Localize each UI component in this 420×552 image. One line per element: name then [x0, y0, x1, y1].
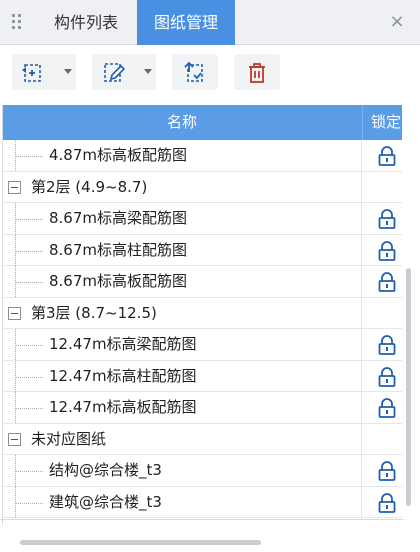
close-icon[interactable]: ×	[386, 11, 408, 33]
chevron-down-icon[interactable]	[64, 69, 72, 74]
lock-cell	[361, 486, 402, 518]
group-label: 未对应图纸	[31, 429, 107, 448]
tree-line	[15, 282, 43, 283]
tree-line	[15, 471, 43, 472]
edit-drawing-button[interactable]	[92, 54, 156, 90]
add-drawing-icon	[22, 64, 41, 82]
panel-tab-bar: 构件列表 图纸管理 ×	[0, 0, 420, 45]
drawing-name: 8.67m标高柱配筋图	[49, 240, 188, 259]
drawing-list-grid: 名称 锁定 4.87m标高板配筋图第2层 (4.9~8.7) 8.67m标高梁配筋…	[2, 105, 402, 525]
lock-cell	[361, 266, 402, 297]
collapse-toggle-icon[interactable]	[8, 432, 21, 446]
lock-icon[interactable]	[377, 492, 397, 514]
lock-cell	[361, 297, 402, 329]
tree-group-row[interactable]: 未对应图纸	[3, 423, 402, 455]
lock-icon[interactable]	[377, 460, 397, 482]
grid-header: 名称 锁定	[3, 105, 402, 140]
lock-cell	[361, 329, 402, 360]
drawing-name: 结构@综合楼_t3	[49, 461, 162, 479]
table-row[interactable]: 4.87m标高板配筋图	[3, 140, 402, 172]
table-row[interactable]: 12.47m标高柱配筋图	[3, 360, 402, 392]
lock-cell	[361, 234, 402, 266]
tree-line	[15, 408, 43, 409]
delete-drawing-button[interactable]	[234, 54, 280, 90]
drag-grip-icon[interactable]	[12, 14, 24, 32]
lock-cell	[361, 203, 402, 234]
table-row[interactable]: 结构@综合楼_t3	[3, 455, 402, 487]
drawing-name: 4.87m标高板配筋图	[49, 146, 188, 164]
tree-group-row[interactable]: 第2层 (4.9~8.7)	[3, 171, 402, 203]
table-row[interactable]: 8.67m标高柱配筋图	[3, 234, 402, 266]
lock-cell	[361, 140, 402, 171]
drawing-name: 12.47m标高柱配筋图	[49, 366, 197, 385]
tree-line	[15, 345, 43, 346]
collapse-toggle-icon[interactable]	[8, 306, 21, 320]
lock-icon[interactable]	[377, 240, 397, 262]
table-row[interactable]: 12.47m标高板配筋图	[3, 392, 402, 424]
collapse-toggle-icon[interactable]	[8, 180, 21, 194]
tree-line	[15, 376, 43, 378]
tree-line	[15, 502, 43, 504]
grid-bottom-border	[0, 519, 404, 520]
table-row[interactable]: 12.47m标高梁配筋图	[3, 329, 402, 361]
group-label: 第3层 (8.7~12.5)	[31, 303, 157, 322]
table-row[interactable]: 8.67m标高板配筋图	[3, 266, 402, 298]
import-drawing-button[interactable]	[172, 54, 218, 90]
column-header-name[interactable]: 名称	[3, 105, 361, 140]
lock-cell	[361, 392, 402, 423]
drawing-name: 12.47m标高板配筋图	[49, 398, 197, 416]
lock-cell	[361, 360, 402, 392]
table-row[interactable]: 8.67m标高梁配筋图	[3, 203, 402, 235]
lock-icon[interactable]	[377, 397, 397, 419]
group-label: 第2层 (4.9~8.7)	[31, 177, 148, 196]
lock-icon[interactable]	[377, 271, 397, 293]
tree-group-row[interactable]: 第3层 (8.7~12.5)	[3, 297, 402, 329]
lock-icon[interactable]	[377, 145, 397, 167]
lock-cell	[361, 171, 402, 203]
chevron-down-icon[interactable]	[144, 69, 152, 74]
trash-icon	[249, 63, 265, 83]
lock-icon[interactable]	[377, 366, 397, 388]
table-row[interactable]: 建筑@综合楼_t3	[3, 486, 402, 518]
lock-cell	[361, 455, 402, 486]
lock-cell	[361, 423, 402, 455]
lock-icon[interactable]	[377, 334, 397, 356]
lock-icon[interactable]	[377, 208, 397, 230]
vertical-scrollbar[interactable]	[406, 268, 411, 506]
tab-drawing-management[interactable]: 图纸管理	[137, 0, 235, 45]
import-drawing-icon	[184, 61, 203, 82]
tree-line	[15, 250, 43, 252]
drawing-name: 12.47m标高梁配筋图	[49, 335, 197, 353]
drawing-name: 8.67m标高板配筋图	[49, 272, 188, 290]
drawing-name: 建筑@综合楼_t3	[49, 492, 162, 511]
tab-component-list[interactable]: 构件列表	[36, 0, 136, 45]
column-header-lock[interactable]: 锁定	[362, 105, 402, 140]
toolbar	[0, 45, 420, 101]
tree-line	[15, 219, 43, 220]
drawing-name: 8.67m标高梁配筋图	[49, 209, 188, 227]
horizontal-scrollbar[interactable]	[20, 540, 261, 545]
add-drawing-button[interactable]	[12, 54, 76, 90]
edit-drawing-icon	[104, 63, 126, 82]
tree-line	[15, 156, 43, 157]
